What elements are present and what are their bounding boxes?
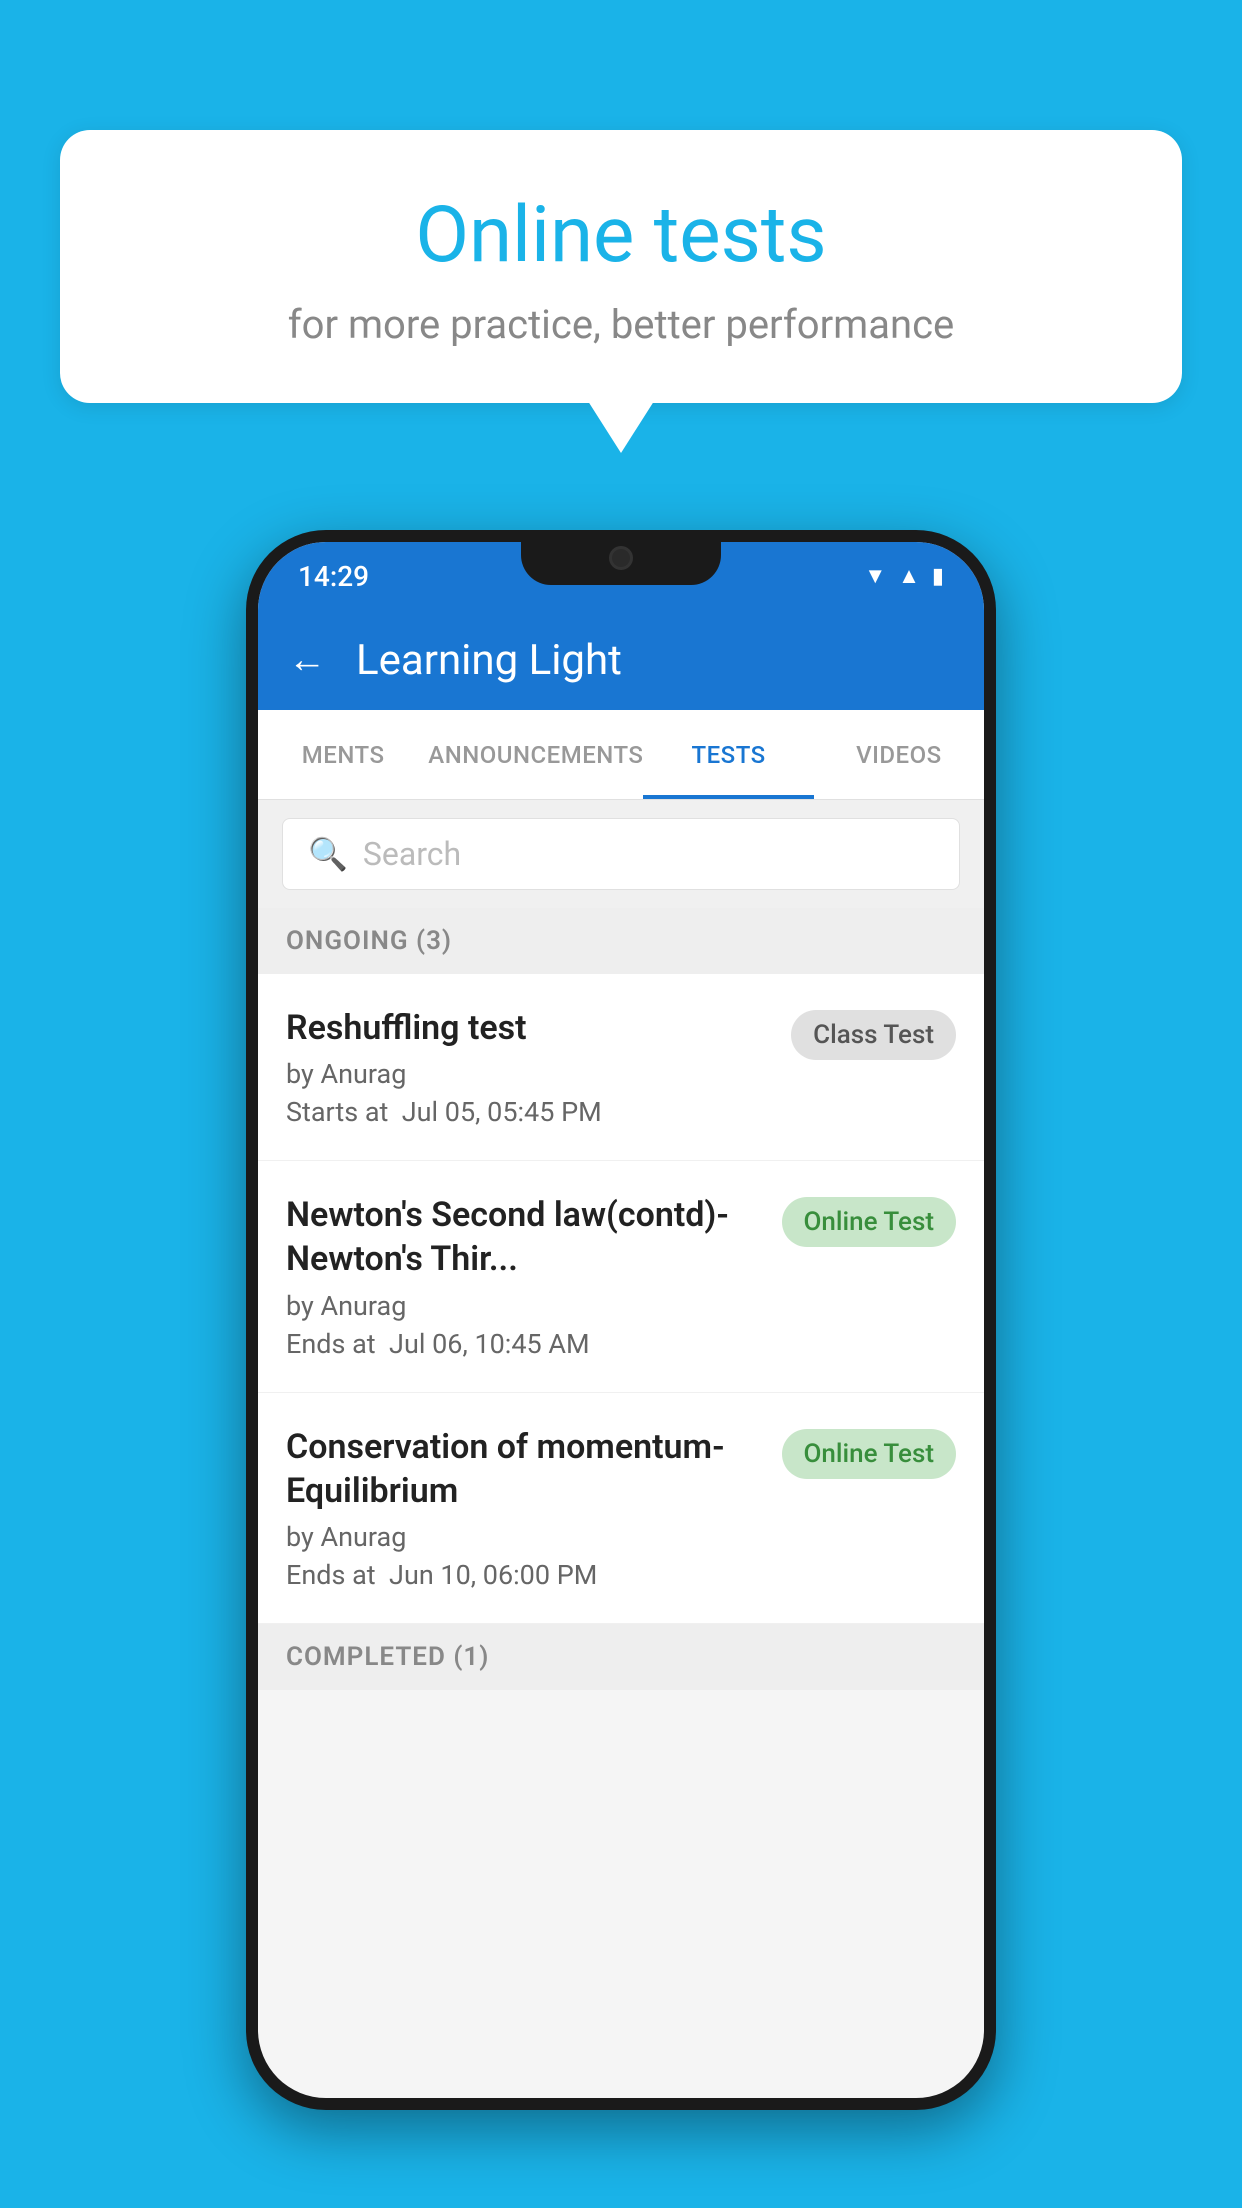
search-icon: 🔍 bbox=[308, 835, 348, 873]
test-item[interactable]: Reshuffling test by Anurag Starts at Jul… bbox=[258, 974, 984, 1161]
bubble-title: Online tests bbox=[140, 190, 1102, 281]
test-date: Ends at Jul 06, 10:45 AM bbox=[286, 1328, 762, 1360]
promo-section: Online tests for more practice, better p… bbox=[60, 130, 1182, 403]
test-author: by Anurag bbox=[286, 1521, 762, 1553]
tab-tests[interactable]: TESTS bbox=[643, 710, 813, 799]
test-info: Newton's Second law(contd)-Newton's Thir… bbox=[286, 1193, 762, 1359]
search-container: 🔍 Search bbox=[258, 800, 984, 908]
app-title: Learning Light bbox=[356, 636, 622, 685]
search-placeholder: Search bbox=[363, 835, 461, 873]
phone-frame: 14:29 ▼ ▲ ▮ ← Learning Light MENTS ANNOU… bbox=[246, 530, 996, 2110]
test-date: Starts at Jul 05, 05:45 PM bbox=[286, 1096, 771, 1128]
tab-announcements[interactable]: ANNOUNCEMENTS bbox=[428, 710, 643, 799]
phone-screen: 14:29 ▼ ▲ ▮ ← Learning Light MENTS ANNOU… bbox=[258, 542, 984, 2098]
test-list: Reshuffling test by Anurag Starts at Jul… bbox=[258, 974, 984, 1624]
tab-assignments[interactable]: MENTS bbox=[258, 710, 428, 799]
ongoing-label: ONGOING (3) bbox=[286, 926, 452, 956]
phone-notch bbox=[521, 530, 721, 585]
status-time: 14:29 bbox=[298, 560, 369, 593]
tab-videos[interactable]: VIDEOS bbox=[814, 710, 984, 799]
test-item[interactable]: Newton's Second law(contd)-Newton's Thir… bbox=[258, 1161, 984, 1392]
search-bar[interactable]: 🔍 Search bbox=[282, 818, 960, 890]
tab-bar: MENTS ANNOUNCEMENTS TESTS VIDEOS bbox=[258, 710, 984, 800]
bubble-subtitle: for more practice, better performance bbox=[140, 301, 1102, 348]
test-author: by Anurag bbox=[286, 1058, 771, 1090]
app-bar: ← Learning Light bbox=[258, 610, 984, 710]
completed-section-header: COMPLETED (1) bbox=[258, 1624, 984, 1690]
test-date: Ends at Jun 10, 06:00 PM bbox=[286, 1559, 762, 1591]
test-badge: Class Test bbox=[791, 1010, 956, 1060]
test-info: Reshuffling test by Anurag Starts at Jul… bbox=[286, 1006, 771, 1128]
back-button[interactable]: ← bbox=[288, 638, 326, 682]
ongoing-section-header: ONGOING (3) bbox=[258, 908, 984, 974]
test-title: Reshuffling test bbox=[286, 1006, 771, 1050]
phone-device: 14:29 ▼ ▲ ▮ ← Learning Light MENTS ANNOU… bbox=[246, 530, 996, 2110]
test-info: Conservation of momentum-Equilibrium by … bbox=[286, 1425, 762, 1591]
front-camera bbox=[609, 546, 633, 570]
speech-bubble: Online tests for more practice, better p… bbox=[60, 130, 1182, 403]
test-badge: Online Test bbox=[782, 1429, 957, 1479]
test-title: Conservation of momentum-Equilibrium bbox=[286, 1425, 762, 1513]
status-icons: ▼ ▲ ▮ bbox=[864, 563, 944, 589]
test-title: Newton's Second law(contd)-Newton's Thir… bbox=[286, 1193, 762, 1281]
completed-label: COMPLETED (1) bbox=[286, 1642, 489, 1672]
test-author: by Anurag bbox=[286, 1290, 762, 1322]
test-badge: Online Test bbox=[782, 1197, 957, 1247]
wifi-icon: ▼ bbox=[864, 563, 886, 589]
test-item[interactable]: Conservation of momentum-Equilibrium by … bbox=[258, 1393, 984, 1624]
signal-icon: ▲ bbox=[898, 563, 920, 589]
battery-icon: ▮ bbox=[932, 564, 944, 589]
